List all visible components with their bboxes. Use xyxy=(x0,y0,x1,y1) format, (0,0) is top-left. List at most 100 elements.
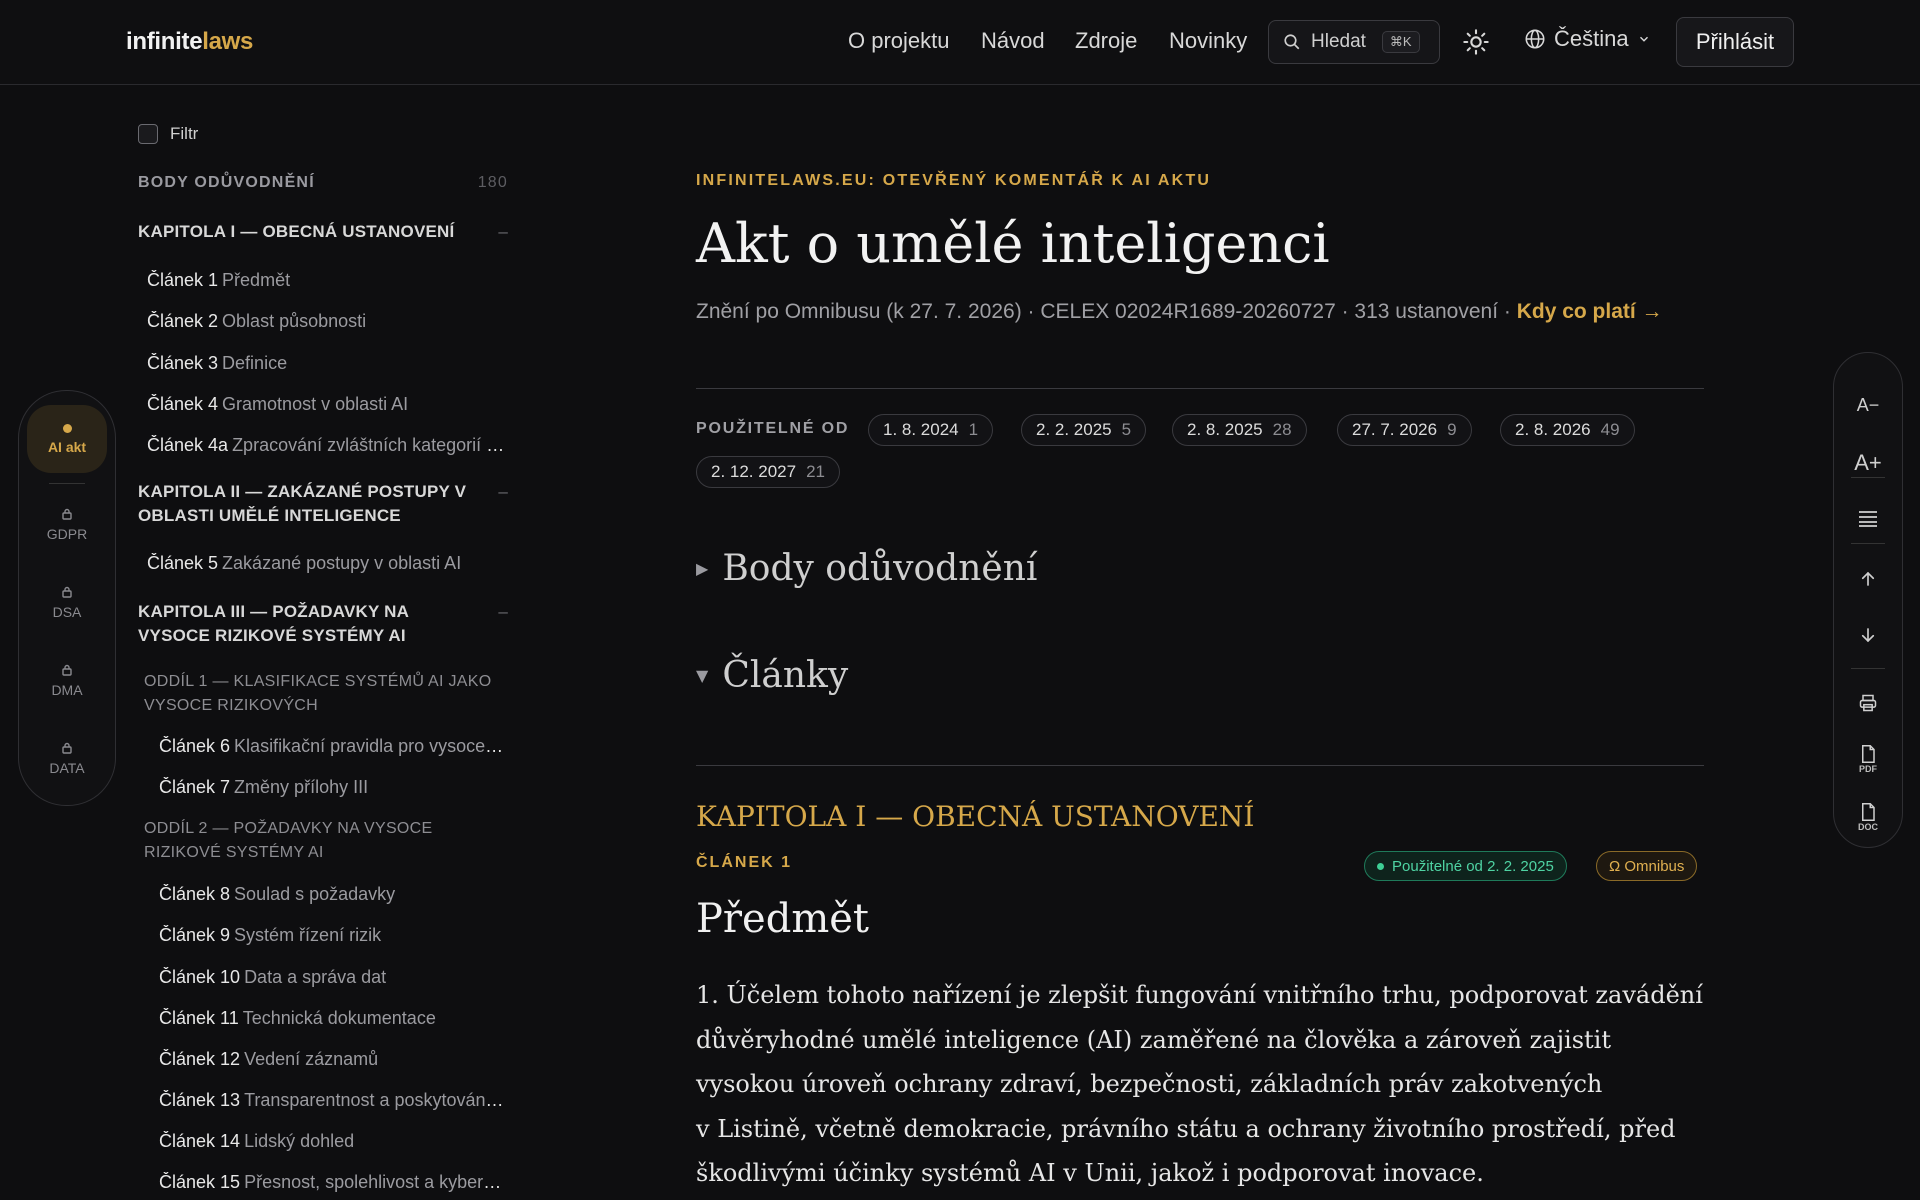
omnibus-badge: Ω Omnibus xyxy=(1596,851,1698,881)
export-doc-button[interactable]: DOC xyxy=(1834,795,1902,839)
file-icon xyxy=(1862,802,1875,821)
recitals-toggle[interactable]: ▶ Body odůvodnění xyxy=(696,548,1704,589)
date-chip-date: 2. 8. 2025 xyxy=(1187,420,1263,439)
filter-checkbox[interactable] xyxy=(138,124,158,144)
lock-icon xyxy=(62,586,72,598)
paragraph-line: důvěryhodné umělé inteligence (AI) zaměř… xyxy=(696,1025,1611,1054)
filter-toggle[interactable]: Filtr xyxy=(138,124,198,144)
validity-link[interactable]: Kdy co platí → xyxy=(1517,300,1663,323)
toc-article[interactable]: Článek 9 Systém řízení rizik xyxy=(159,925,507,946)
site-logo[interactable]: infinitelaws xyxy=(126,28,253,56)
toc-article[interactable]: Článek 4a Zpracování zvláštních kategorií… xyxy=(147,435,507,456)
date-chip-date: 2. 12. 2027 xyxy=(711,462,797,481)
date-chip[interactable]: 2. 2. 2025 5 xyxy=(1021,414,1147,446)
export-pdf-button[interactable]: PDF xyxy=(1834,737,1902,781)
switch-dma[interactable]: DMA xyxy=(27,647,107,715)
nav-news[interactable]: Novinky xyxy=(1169,28,1247,54)
toc-recitals[interactable]: BODY ODŮVODNĚNÍ 180 xyxy=(138,174,508,192)
toc-chapter-1-label: KAPITOLA I — OBECNÁ USTANOVENÍ xyxy=(138,222,455,241)
switch-data[interactable]: DATA xyxy=(27,725,107,793)
language-selector[interactable]: Čeština xyxy=(1524,26,1651,52)
toc-article-title: Lidský dohled xyxy=(244,1131,355,1151)
nav-sources[interactable]: Zdroje xyxy=(1075,28,1137,54)
font-smaller-button[interactable]: A− xyxy=(1834,383,1902,427)
toc-article[interactable]: Článek 11 Technická dokumentace xyxy=(159,1008,507,1029)
pdf-label: PDF xyxy=(1859,763,1877,774)
toc-article-num: Článek 3 xyxy=(147,353,219,373)
toc-article[interactable]: Článek 7 Změny přílohy III xyxy=(159,777,507,798)
toc-article[interactable]: Článek 5 Zakázané postupy v oblasti AI xyxy=(147,553,507,574)
nav-guide[interactable]: Návod xyxy=(981,28,1045,54)
toc-section-2[interactable]: ODDÍL 2 — POŽADAVKY NA VYSOCE RIZIKOVÉ S… xyxy=(144,817,464,865)
search-shortcut: ⌘K xyxy=(1381,31,1420,53)
toc-article-num: Článek 4a xyxy=(147,435,229,455)
date-chip-count: 21 xyxy=(806,462,825,481)
nav-about[interactable]: O projektu xyxy=(848,28,950,54)
scroll-up-button[interactable] xyxy=(1834,557,1902,601)
toc-article[interactable]: Článek 15 Přesnost, spolehlivost a kybern… xyxy=(159,1172,507,1193)
layout-button[interactable] xyxy=(1834,497,1902,541)
articles-toggle[interactable]: ▼ Články xyxy=(696,655,1704,696)
toc-article[interactable]: Článek 14 Lidský dohled xyxy=(159,1131,507,1152)
toc-section-1[interactable]: ODDÍL 1 — KLASIFIKACE SYSTÉMŮ AI JAKO VY… xyxy=(144,670,508,718)
date-chip[interactable]: 27. 7. 2026 9 xyxy=(1337,414,1472,446)
toc-chapter-2[interactable]: KAPITOLA II — ZAKÁZANÉ POSTUPY V OBLASTI… xyxy=(138,480,508,528)
date-chip-count: 49 xyxy=(1600,420,1620,439)
toc-article-title: Soulad s požadavky xyxy=(234,884,396,904)
toc-article-num: Článek 11 xyxy=(159,1008,239,1028)
toc-article-title: Vedení záznamů xyxy=(244,1049,379,1069)
document-eyebrow: INFINITELAWS.EU: OTEVŘENÝ KOMENTÁŘ K AI … xyxy=(696,172,1212,189)
font-larger-button[interactable]: A+ xyxy=(1834,441,1902,485)
toc-article[interactable]: Článek 2 Oblast působnosti xyxy=(147,311,507,332)
toc-article[interactable]: Článek 8 Soulad s požadavky xyxy=(159,884,507,905)
date-chip[interactable]: 1. 8. 2024 1 xyxy=(868,414,994,446)
login-button[interactable]: Přihlásit xyxy=(1676,17,1794,67)
chevron-down-icon xyxy=(1639,36,1648,42)
toc-article[interactable]: Článek 3 Definice xyxy=(147,353,507,374)
article-title: Předmět xyxy=(696,896,869,942)
tools-divider xyxy=(1851,668,1885,669)
toc-recitals-count: 180 xyxy=(477,174,508,191)
theme-toggle-button[interactable] xyxy=(1462,28,1490,56)
reader-tools: A− A+ PDF DOC xyxy=(1833,352,1903,848)
toc-article-title: Přesnost, spolehlivost a kybernetická be… xyxy=(244,1172,507,1192)
toc-article[interactable]: Článek 13 Transparentnost a poskytování i… xyxy=(159,1090,507,1111)
collapse-icon[interactable]: – xyxy=(490,480,508,528)
toc-article[interactable]: Článek 12 Vedení záznamů xyxy=(159,1049,507,1070)
scroll-down-button[interactable] xyxy=(1834,613,1902,657)
collapse-icon[interactable]: – xyxy=(490,220,508,244)
date-chip[interactable]: 2. 12. 2027 21 xyxy=(696,456,840,488)
date-chip-count: 5 xyxy=(1121,420,1132,439)
print-button[interactable] xyxy=(1834,681,1902,725)
toc-article-num: Článek 13 xyxy=(159,1090,241,1110)
toc-article-num: Článek 14 xyxy=(159,1131,241,1151)
toc-article-num: Článek 4 xyxy=(147,394,219,414)
toc-article-title: Zakázané postupy v oblasti AI xyxy=(222,553,462,573)
switch-ai-act[interactable]: AI akt xyxy=(27,405,107,473)
toc-article[interactable]: Článek 6 Klasifikační pravidla pro vysoce… xyxy=(159,736,507,757)
date-chip[interactable]: 2. 8. 2025 28 xyxy=(1172,414,1307,446)
toc-chapter-3[interactable]: KAPITOLA III — POŽADAVKY NA VYSOCE RIZIK… xyxy=(138,600,508,648)
document-subline: Znění po Omnibusu (k 27. 7. 2026) · CELE… xyxy=(696,300,1704,324)
switch-gdpr[interactable]: GDPR xyxy=(27,491,107,559)
toc-article[interactable]: Článek 4 Gramotnost v oblasti AI xyxy=(147,394,507,415)
date-chip-count: 9 xyxy=(1447,420,1457,439)
top-header: infinitelaws O projektu Návod Zdroje Nov… xyxy=(0,0,1920,85)
toc-article-title: Technická dokumentace xyxy=(242,1008,436,1028)
toc-chapter-1[interactable]: KAPITOLA I — OBECNÁ USTANOVENÍ – xyxy=(138,220,508,244)
collapse-icon[interactable]: – xyxy=(490,600,508,648)
toc-article[interactable]: Článek 1 Předmět xyxy=(147,270,507,291)
date-chip-count: 28 xyxy=(1272,420,1292,439)
article-paragraph: 1. Účelem tohoto nařízení je zlepšit fun… xyxy=(696,973,1704,1196)
toc-article[interactable]: Článek 10 Data a správa dat xyxy=(159,967,507,988)
switch-dsa[interactable]: DSA xyxy=(27,569,107,637)
filter-label: Filtr xyxy=(170,124,199,143)
logo-part-infinite: infinite xyxy=(126,28,203,55)
toc-chapter-2-label: KAPITOLA II — ZAKÁZANÉ POSTUPY V OBLASTI… xyxy=(138,482,467,525)
toc-article-num: Článek 12 xyxy=(159,1049,241,1069)
switcher-divider xyxy=(49,483,85,484)
tools-divider xyxy=(1851,543,1885,544)
tools-divider xyxy=(1851,477,1885,478)
date-chip[interactable]: 2. 8. 2026 49 xyxy=(1500,414,1635,446)
search-button[interactable]: Hledat ⌘K xyxy=(1268,20,1440,64)
